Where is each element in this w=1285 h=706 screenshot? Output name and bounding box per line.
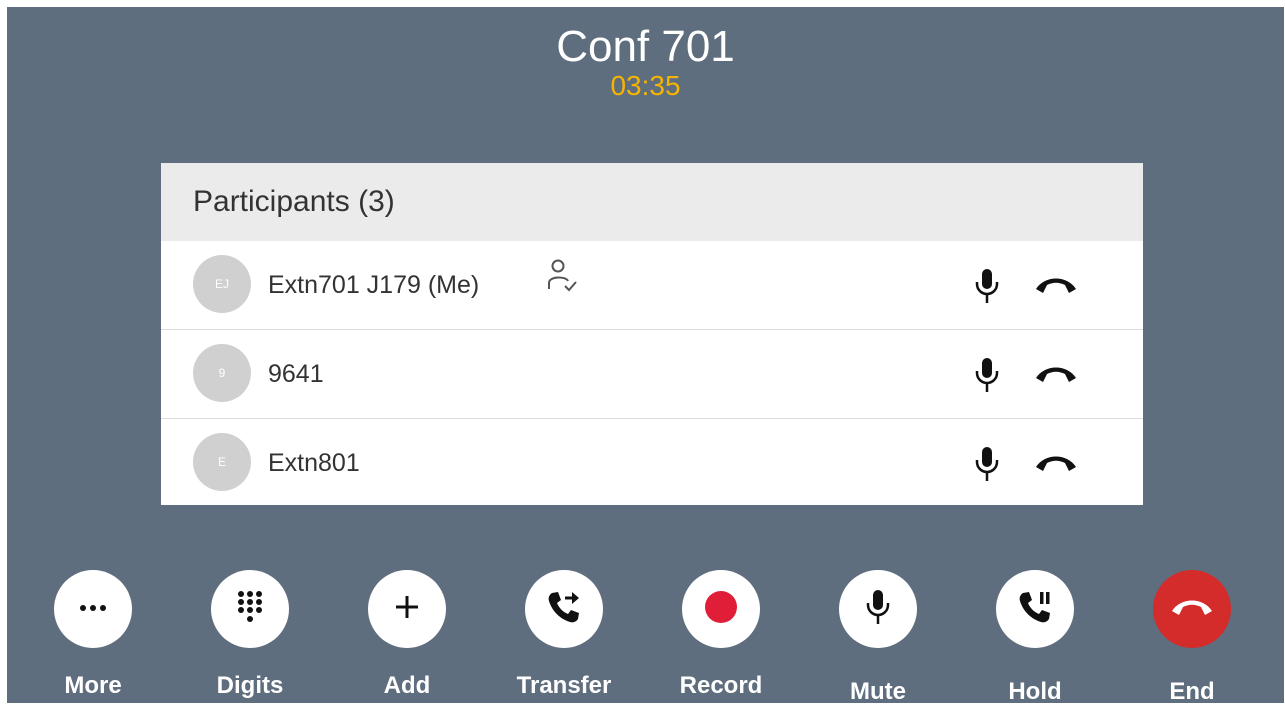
hold-button[interactable]: Hold xyxy=(975,570,1095,705)
conference-title: Conf 701 xyxy=(556,22,735,71)
call-screen: Conf 701 03:35 Participants (3) EJ Extn7… xyxy=(7,7,1284,705)
participant-name: 9641 xyxy=(268,359,324,388)
record-button[interactable]: Record xyxy=(661,570,781,703)
end-call-button[interactable]: End xyxy=(1132,570,1252,705)
plus-icon xyxy=(393,593,421,626)
more-button[interactable]: More xyxy=(33,570,153,703)
avatar: EJ xyxy=(193,255,251,313)
end-label: End xyxy=(1169,678,1215,705)
more-label: More xyxy=(64,672,122,699)
participant-row: 9 9641 xyxy=(161,330,1143,419)
mute-label: Mute xyxy=(850,678,906,705)
person-check-icon xyxy=(544,257,582,302)
avatar: 9 xyxy=(193,344,251,402)
call-toolbar: More Digits Add Transfer Record Mute Hol… xyxy=(7,570,1284,705)
phone-hangup-icon xyxy=(1169,589,1215,630)
record-dot-icon xyxy=(704,590,738,629)
ellipsis-icon xyxy=(78,600,108,618)
transfer-button[interactable]: Transfer xyxy=(504,570,624,703)
microphone-icon[interactable] xyxy=(973,267,1001,310)
microphone-icon[interactable] xyxy=(973,356,1001,399)
call-timer: 03:35 xyxy=(610,70,681,101)
phone-hangup-icon[interactable] xyxy=(1033,267,1079,308)
dialpad-icon xyxy=(235,589,265,630)
phone-forward-icon xyxy=(546,589,582,630)
participant-name: Extn701 J179 (Me) xyxy=(268,270,480,299)
participants-header: Participants (3) xyxy=(161,163,1143,241)
participant-row: EJ Extn701 J179 (Me) xyxy=(161,241,1143,330)
digits-button[interactable]: Digits xyxy=(190,570,310,703)
phone-hangup-icon[interactable] xyxy=(1033,445,1079,486)
phone-pause-icon xyxy=(1017,589,1053,630)
transfer-label: Transfer xyxy=(516,672,612,699)
digits-label: Digits xyxy=(216,672,284,699)
participant-row: E Extn801 xyxy=(161,419,1143,507)
participants-panel: Participants (3) EJ Extn701 J179 (Me) 9 … xyxy=(161,163,1143,505)
add-button[interactable]: Add xyxy=(347,570,467,703)
record-label: Record xyxy=(679,672,763,699)
mute-button[interactable]: Mute xyxy=(818,570,938,705)
add-label: Add xyxy=(383,672,431,699)
participant-name: Extn801 xyxy=(268,448,360,477)
microphone-icon xyxy=(864,588,892,631)
microphone-icon[interactable] xyxy=(973,445,1001,488)
phone-hangup-icon[interactable] xyxy=(1033,356,1079,397)
hold-label: Hold xyxy=(1008,678,1062,705)
avatar: E xyxy=(193,433,251,491)
